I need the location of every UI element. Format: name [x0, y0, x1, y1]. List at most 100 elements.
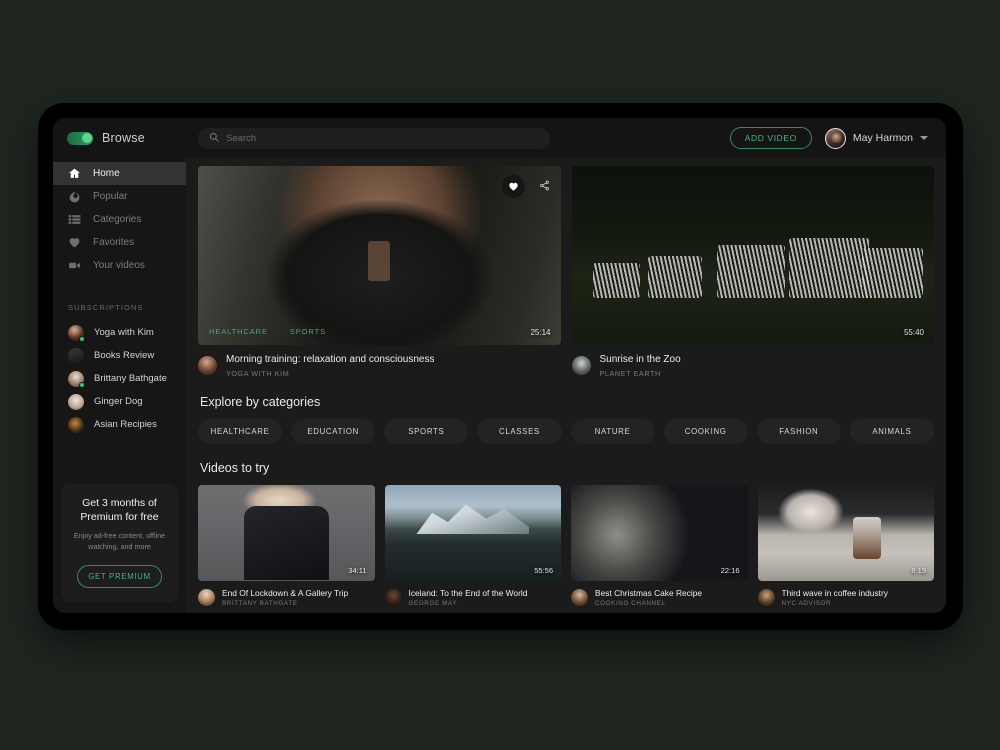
search-input[interactable]	[226, 132, 539, 144]
tablet-device-frame: Browse ADD VIDEO May Harmon	[38, 103, 963, 630]
thumbnail-image	[757, 484, 934, 581]
subscription-label: Ginger Dog	[94, 396, 143, 407]
avatar	[384, 588, 402, 606]
video-grid: 34:11 End Of Lockdown & A Gallery Trip B…	[198, 484, 935, 607]
video-thumbnail[interactable]: HEALTHCARE SPORTS 25:14	[198, 166, 561, 345]
hero-tags: HEALTHCARE SPORTS	[209, 327, 326, 336]
video-card[interactable]: 8:19 Third wave in coffee industry NYC A…	[757, 484, 935, 607]
category-chip-nature[interactable]: NATURE	[570, 418, 655, 444]
subscription-item[interactable]: Brittany Bathgate	[53, 367, 186, 390]
avatar	[198, 356, 217, 376]
category-chip-education[interactable]: EDUCATION	[291, 418, 376, 444]
channel-name[interactable]: GEORGE MAY	[409, 600, 528, 607]
tag[interactable]: HEALTHCARE	[209, 327, 268, 336]
thumbnail-image	[571, 166, 934, 345]
online-dot	[79, 335, 85, 342]
channel-name[interactable]: YOGA WITH KIM	[226, 369, 434, 378]
category-chip-classes[interactable]: CLASSES	[477, 418, 562, 444]
brand: Browse	[67, 131, 183, 145]
video-title[interactable]: Best Christmas Cake Recipe	[595, 588, 702, 599]
hero-card-zoo[interactable]: 55:40 Sunrise in the Zoo PLANET EARTH	[571, 166, 935, 378]
search-icon	[209, 129, 219, 147]
subscription-item[interactable]: Ginger Dog	[53, 390, 186, 413]
video-thumbnail[interactable]: 55:56	[384, 484, 561, 581]
video-title[interactable]: Sunrise in the Zoo	[600, 354, 681, 367]
avatar	[198, 588, 215, 606]
chevron-down-icon[interactable]	[920, 136, 928, 140]
share-icon[interactable]	[539, 178, 550, 196]
sidebar-item-categories[interactable]: Categories	[53, 208, 186, 231]
category-chip-fashion[interactable]: FASHION	[756, 418, 841, 444]
list-icon	[68, 213, 81, 226]
avatar	[68, 393, 84, 410]
subscription-item[interactable]: Asian Recipies	[53, 413, 186, 436]
video-thumbnail[interactable]: 8:19	[757, 484, 934, 581]
category-chip-sports[interactable]: SPORTS	[384, 418, 469, 444]
user-name: May Harmon	[852, 132, 913, 144]
video-title[interactable]: Morning training: relaxation and conscio…	[226, 354, 434, 367]
video-duration: 55:56	[534, 565, 553, 575]
sidebar-item-label: Categories	[93, 214, 142, 225]
subscription-label: Asian Recipies	[94, 419, 157, 430]
category-chip-healthcare[interactable]: HEALTHCARE	[198, 418, 283, 444]
sidebar-item-label: Your videos	[93, 260, 145, 271]
flame-icon	[68, 190, 81, 203]
video-duration: 55:40	[903, 328, 924, 337]
sidebar: Home Popular Categories Favorites Your v…	[53, 158, 186, 613]
user-menu[interactable]: May Harmon	[824, 127, 928, 149]
sidebar-item-your-videos[interactable]: Your videos	[53, 254, 186, 277]
video-card[interactable]: 34:11 End Of Lockdown & A Gallery Trip B…	[198, 484, 375, 607]
avatar	[68, 347, 84, 364]
sidebar-item-label: Popular	[93, 191, 128, 202]
search-bar[interactable]	[198, 127, 550, 149]
sidebar-item-home[interactable]: Home	[53, 162, 186, 185]
video-thumbnail[interactable]: 34:11	[198, 484, 375, 581]
tag[interactable]: SPORTS	[290, 327, 326, 336]
avatar	[571, 356, 591, 376]
premium-promo-card: Get 3 months of Premium for free Enjoy a…	[61, 484, 178, 602]
premium-subtitle: Enjoy ad-free content, offline watching,…	[73, 531, 166, 551]
channel-name[interactable]: BRITTANY BATHGATE	[222, 600, 348, 607]
video-thumbnail[interactable]: 22:16	[571, 484, 748, 581]
video-thumbnail[interactable]: 55:40	[571, 166, 934, 345]
online-dot	[79, 381, 85, 388]
avatar	[571, 588, 588, 606]
category-chip-list: HEALTHCARE EDUCATION SPORTS CLASSES NATU…	[198, 418, 934, 444]
main-content: HEALTHCARE SPORTS 25:14 Morning training…	[186, 158, 946, 613]
subscription-label: Brittany Bathgate	[94, 373, 167, 384]
app-screen: Browse ADD VIDEO May Harmon	[53, 118, 946, 613]
channel-name[interactable]: PLANET EARTH	[600, 369, 681, 378]
video-meta: Third wave in coffee industry NYC ADVISO…	[757, 588, 935, 607]
video-title[interactable]: Third wave in coffee industry	[782, 588, 888, 599]
home-icon	[68, 167, 81, 180]
premium-title: Get 3 months of Premium for free	[80, 497, 159, 524]
subscriptions-heading: SUBSCRIPTIONS	[68, 303, 144, 312]
video-meta: Best Christmas Cake Recipe COOKING CHANN…	[571, 588, 748, 607]
video-title[interactable]: End Of Lockdown & A Gallery Trip	[222, 588, 348, 599]
favorite-button[interactable]	[501, 175, 525, 198]
sidebar-item-favorites[interactable]: Favorites	[53, 231, 186, 254]
category-chip-animals[interactable]: ANIMALS	[849, 418, 934, 444]
video-card[interactable]: 22:16 Best Christmas Cake Recipe COOKING…	[571, 484, 748, 607]
channel-name[interactable]: COOKING CHANNEL	[595, 600, 702, 607]
video-duration: 25:14	[530, 328, 551, 337]
heart-icon	[68, 236, 81, 249]
subscription-label: Yoga with Kim	[94, 327, 154, 338]
subscription-item[interactable]: Books Review	[53, 344, 186, 367]
video-meta: End Of Lockdown & A Gallery Trip BRITTAN…	[198, 588, 375, 607]
video-title[interactable]: Iceland: To the End of the World	[409, 588, 528, 599]
app-body: Home Popular Categories Favorites Your v…	[53, 158, 946, 613]
video-meta: Iceland: To the End of the World GEORGE …	[384, 588, 562, 607]
get-premium-button[interactable]: GET PREMIUM	[77, 565, 162, 588]
category-chip-cooking[interactable]: COOKING	[663, 418, 748, 444]
channel-name[interactable]: NYC ADVISOR	[782, 600, 888, 607]
video-duration: 8:19	[911, 565, 926, 575]
hero-card-yoga[interactable]: HEALTHCARE SPORTS 25:14 Morning training…	[198, 166, 561, 378]
subscription-item[interactable]: Yoga with Kim	[53, 321, 186, 344]
browse-toggle[interactable]	[67, 131, 93, 145]
sidebar-item-popular[interactable]: Popular	[53, 185, 186, 208]
video-card[interactable]: 55:56 Iceland: To the End of the World G…	[384, 484, 562, 607]
avatar	[68, 416, 84, 433]
video-meta: Sunrise in the Zoo PLANET EARTH	[571, 354, 935, 378]
add-video-button[interactable]: ADD VIDEO	[729, 127, 812, 149]
